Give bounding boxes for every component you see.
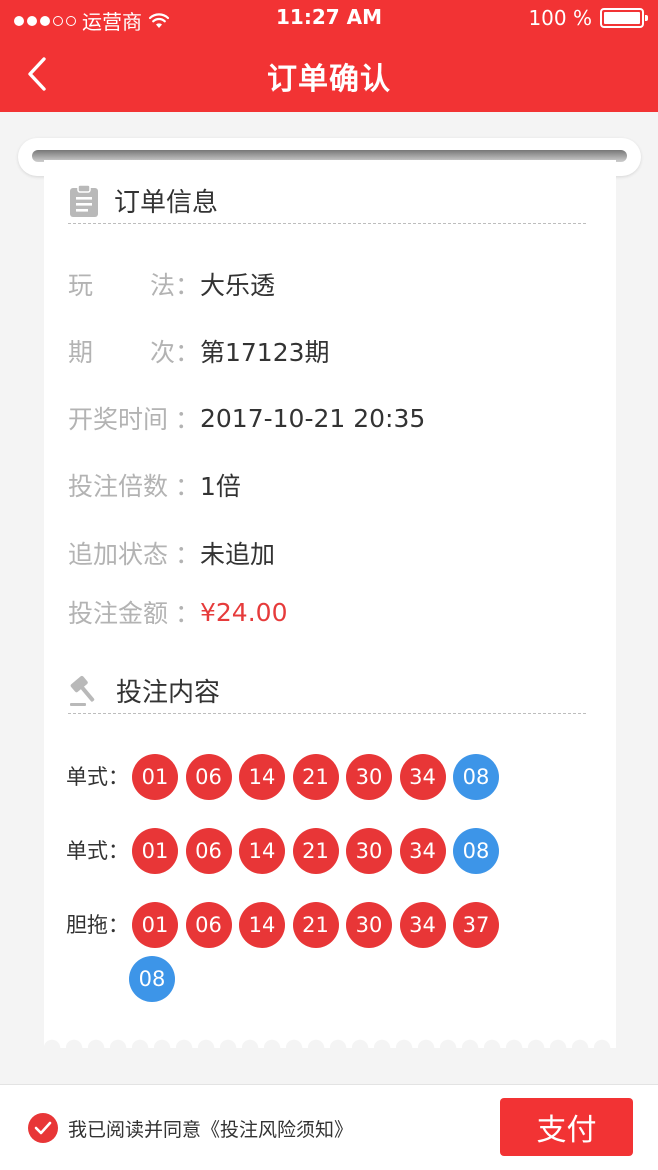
red-ball: 01: [132, 902, 178, 948]
bet-content-header: 投注内容: [68, 668, 586, 714]
info-label: 投注金额：: [68, 599, 200, 628]
bet-type-label: 胆拖：: [66, 913, 129, 937]
info-label: 开奖时间：: [68, 405, 200, 434]
info-label: 追加状态：: [68, 540, 200, 569]
bet-content-title: 投注内容: [116, 678, 221, 708]
red-ball: 01: [132, 828, 178, 874]
bet-row: 单式： 01 06 14 21 30 34 08: [66, 754, 566, 800]
red-ball: 37: [453, 902, 499, 948]
battery-icon: [600, 8, 648, 28]
info-value-play: 大乐透: [200, 271, 276, 300]
red-ball: 06: [185, 902, 232, 948]
header: 运营商 11:27 AM 100 % 订单确认: [0, 0, 658, 112]
red-ball: 21: [292, 902, 339, 948]
clipboard-icon: [70, 183, 98, 217]
check-circle-icon: [28, 1113, 58, 1143]
info-label: 玩法：: [68, 271, 200, 300]
info-row-issue: 期次： 第17123期: [68, 333, 330, 369]
red-ball: 01: [132, 754, 178, 800]
red-ball: 14: [239, 828, 285, 874]
info-value-amount: ¥24.00: [200, 597, 288, 627]
info-row-amount: 投注金额： ¥24.00: [68, 594, 287, 630]
bet-row: 单式： 01 06 14 21 30 34 08: [66, 828, 566, 874]
status-right: 100 %: [528, 6, 648, 30]
info-row-play: 玩法： 大乐透: [68, 266, 275, 302]
blue-ball: 08: [129, 956, 175, 1002]
red-ball: 34: [399, 902, 446, 948]
bet-row: 胆拖： 01 06 14 21 30 34 37: [66, 902, 566, 948]
order-info-header: 订单信息: [68, 178, 586, 224]
info-value-append: 未追加: [200, 540, 276, 569]
info-value-multiple: 1倍: [200, 472, 241, 501]
status-bar: 运营商 11:27 AM 100 %: [0, 0, 658, 38]
order-info-title: 订单信息: [114, 188, 219, 218]
info-label: 投注倍数：: [68, 472, 200, 501]
info-row-multiple: 投注倍数： 1倍: [68, 467, 241, 503]
red-ball: 14: [239, 754, 285, 800]
pay-button[interactable]: 支付: [500, 1098, 633, 1156]
red-ball: 30: [346, 828, 392, 874]
ball-list: 01 06 14 21 30 34 08: [132, 754, 532, 800]
info-row-draw-time: 开奖时间： 2017-10-21 20:35: [68, 400, 425, 436]
footer-bar: 我已阅读并同意《投注风险须知》 支付: [0, 1084, 658, 1170]
red-ball: 21: [292, 828, 339, 874]
page-title: 订单确认: [267, 62, 391, 97]
info-value-issue: 第17123期: [200, 338, 330, 367]
ball-list: 01 06 14 21 30 34 37: [132, 902, 532, 948]
info-label: 期次：: [68, 338, 200, 367]
red-ball: 14: [239, 902, 285, 948]
blue-ball: 08: [453, 754, 499, 800]
nav-bar: 订单确认: [0, 38, 658, 112]
info-value-draw-time: 2017-10-21 20:35: [200, 403, 426, 433]
red-ball: 06: [185, 754, 232, 800]
red-ball: 34: [399, 754, 446, 800]
info-row-append: 追加状态： 未追加: [68, 535, 275, 571]
gavel-icon: [70, 675, 95, 706]
agree-checkbox[interactable]: 我已阅读并同意《投注风险须知》: [28, 1113, 353, 1143]
blue-ball: 08: [453, 828, 499, 874]
battery-percent: 100 %: [528, 6, 592, 30]
agree-text: 我已阅读并同意《投注风险须知》: [68, 1118, 354, 1141]
bet-type-label: 单式：: [66, 839, 129, 863]
ball-list: 01 06 14 21 30 34 08: [132, 828, 532, 874]
red-ball: 06: [185, 828, 232, 874]
red-ball: 30: [346, 902, 392, 948]
red-ball: 34: [399, 828, 446, 874]
order-card: 订单信息 玩法： 大乐透 期次： 第17123期 开奖时间： 2017-10-2…: [44, 160, 616, 1048]
red-ball: 30: [346, 754, 392, 800]
red-ball: 21: [292, 754, 339, 800]
bet-type-label: 单式：: [66, 765, 129, 789]
